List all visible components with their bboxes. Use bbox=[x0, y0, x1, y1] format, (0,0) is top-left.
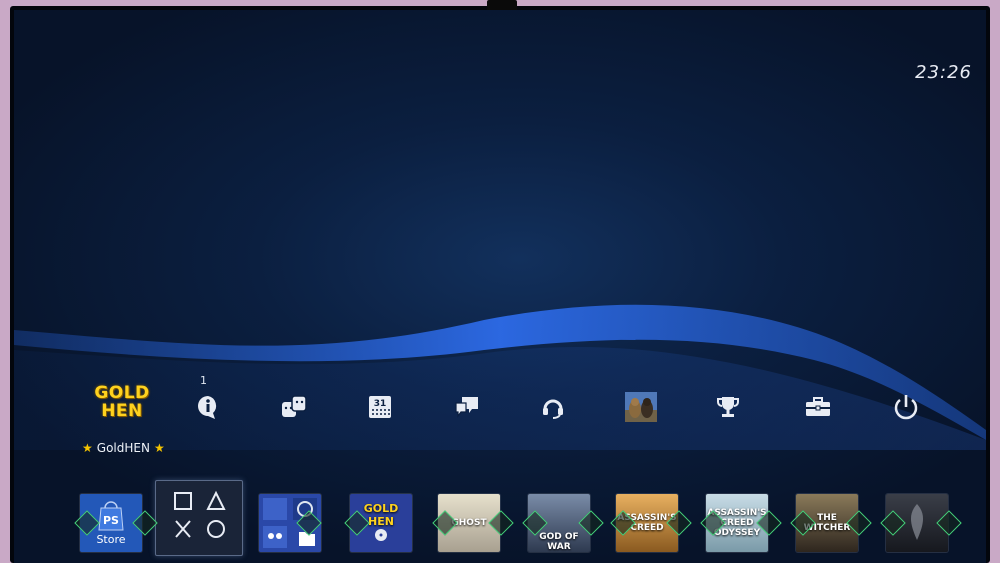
goldhen-logo-icon[interactable]: GOLD HEN bbox=[86, 384, 158, 428]
friends-icon[interactable] bbox=[277, 390, 311, 424]
messages-icon[interactable] bbox=[450, 390, 484, 424]
playstation-shapes-icon bbox=[174, 490, 226, 538]
ps4-home-screen: 23:26 GOLD HEN 1 31 ★ GoldHEN ★ PS Store… bbox=[14, 10, 986, 563]
disc-icon bbox=[375, 529, 387, 541]
star-icon: ★ bbox=[153, 441, 165, 455]
info-notification-icon[interactable] bbox=[191, 390, 225, 424]
library-tile[interactable] bbox=[155, 480, 243, 556]
headset-party-icon[interactable] bbox=[536, 390, 570, 424]
calendar-day: 31 bbox=[374, 399, 387, 409]
calendar-icon[interactable]: 31 bbox=[363, 390, 397, 424]
trophy-icon[interactable] bbox=[711, 390, 745, 424]
notification-count: 1 bbox=[200, 374, 207, 387]
svg-text:PS: PS bbox=[103, 514, 119, 527]
settings-toolbox-icon[interactable] bbox=[801, 390, 835, 424]
content-area: PS Store GOLD HEN GHOST GOD OF WAR ASSAS… bbox=[14, 480, 986, 558]
clock: 23:26 bbox=[915, 62, 972, 83]
power-icon[interactable] bbox=[889, 390, 923, 424]
store-label: Store bbox=[96, 533, 126, 546]
profile-avatar-icon[interactable] bbox=[624, 390, 658, 424]
function-area: GOLD HEN 1 31 bbox=[14, 370, 986, 430]
star-icon: ★ bbox=[82, 441, 93, 455]
goldhen-label: ★ GoldHEN ★ bbox=[82, 441, 165, 455]
